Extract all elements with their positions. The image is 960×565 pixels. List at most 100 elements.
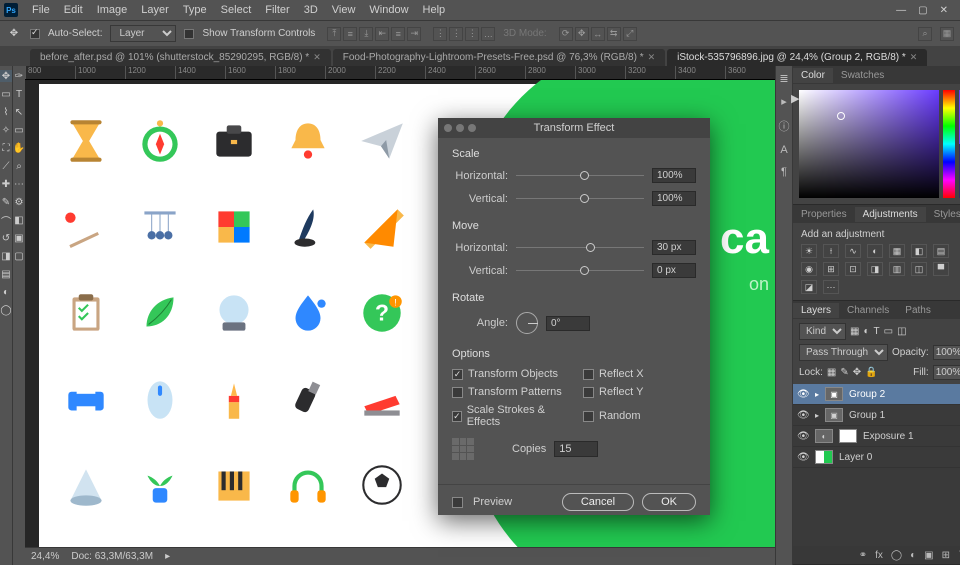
- transform-objects-checkbox[interactable]: [452, 369, 463, 380]
- distribute-1-icon[interactable]: ⋮: [433, 27, 447, 41]
- random-checkbox[interactable]: [583, 411, 594, 422]
- close-icon[interactable]: ✕: [313, 52, 321, 63]
- move-v-slider[interactable]: [516, 266, 644, 276]
- menu-window[interactable]: Window: [363, 2, 414, 18]
- dialog-close-icon[interactable]: [444, 124, 452, 132]
- lock-paint-icon[interactable]: ✎: [840, 367, 848, 378]
- opacity-input[interactable]: [933, 345, 960, 360]
- menu-image[interactable]: Image: [91, 2, 134, 18]
- scale-v-slider[interactable]: [516, 194, 644, 204]
- window-minimize-icon[interactable]: —: [896, 5, 906, 16]
- distribute-4-icon[interactable]: …: [481, 27, 495, 41]
- auto-select-dropdown[interactable]: Layer: [110, 25, 176, 42]
- link-layers-icon[interactable]: ⚭: [859, 550, 867, 561]
- move-v-input[interactable]: 0 px: [652, 263, 696, 278]
- layer-name[interactable]: Group 1: [849, 410, 885, 421]
- menu-3d[interactable]: 3D: [298, 2, 324, 18]
- visibility-icon[interactable]: 👁: [797, 410, 809, 421]
- show-transform-checkbox[interactable]: [184, 29, 194, 39]
- close-icon[interactable]: ✕: [648, 52, 656, 63]
- folder-toggle-icon[interactable]: ▸: [815, 390, 819, 399]
- align-right-icon[interactable]: ⇥: [407, 27, 421, 41]
- scale-strokes-checkbox[interactable]: [452, 411, 462, 422]
- levels-adj-icon[interactable]: ⟊: [823, 244, 839, 258]
- filter-type-icon[interactable]: T: [874, 326, 880, 337]
- lock-all-icon[interactable]: 🔒: [865, 367, 877, 378]
- visibility-icon[interactable]: 👁: [797, 431, 809, 442]
- shape-tool-icon[interactable]: ▭: [13, 124, 25, 136]
- history-brush-icon[interactable]: ↺: [0, 232, 12, 244]
- mask-icon[interactable]: ◯: [891, 550, 902, 561]
- scale-v-input[interactable]: 100%: [652, 191, 696, 206]
- stamp-tool-icon[interactable]: ⌒: [0, 214, 12, 226]
- hand-tool-icon[interactable]: ✋: [13, 142, 25, 154]
- menu-type[interactable]: Type: [177, 2, 213, 18]
- 3d-dolly-icon[interactable]: ↔: [591, 27, 605, 41]
- type-tool-icon[interactable]: T: [13, 88, 25, 100]
- layers-tab[interactable]: Layers: [793, 303, 839, 318]
- move-h-input[interactable]: 30 px: [652, 240, 696, 255]
- 3d-slide-icon[interactable]: ⇆: [607, 27, 621, 41]
- eraser-tool-icon[interactable]: ◨: [0, 250, 12, 262]
- move-tool-icon[interactable]: ✥: [0, 70, 12, 82]
- adj-layer-icon[interactable]: ◐: [910, 550, 916, 561]
- photo-filter-icon[interactable]: ◉: [801, 262, 817, 276]
- invert-adj-icon[interactable]: ◨: [867, 262, 883, 276]
- color-field[interactable]: [799, 90, 939, 198]
- doc-tab-1[interactable]: before_after.psd @ 101% (shutterstock_85…: [30, 49, 331, 66]
- paths-tab[interactable]: Paths: [897, 303, 939, 318]
- layer-name[interactable]: Group 2: [849, 389, 885, 400]
- align-hcenter-icon[interactable]: ≡: [391, 27, 405, 41]
- gradient-map-icon[interactable]: ▀: [933, 262, 949, 276]
- distribute-3-icon[interactable]: ⋮: [465, 27, 479, 41]
- lock-trans-icon[interactable]: ▦: [827, 367, 836, 378]
- dialog-min-icon[interactable]: [456, 124, 464, 132]
- reflect-y-checkbox[interactable]: [583, 387, 594, 398]
- lock-pos-icon[interactable]: ✥: [853, 367, 861, 378]
- channels-tab[interactable]: Channels: [839, 303, 897, 318]
- filter-smart-icon[interactable]: ◫: [897, 326, 906, 337]
- channel-mixer-icon[interactable]: ⊞: [823, 262, 839, 276]
- selective-color-icon[interactable]: ◪: [801, 280, 817, 294]
- fx-icon[interactable]: fx: [875, 550, 883, 561]
- fill-input[interactable]: [933, 365, 960, 380]
- layer-row[interactable]: 👁Layer 0: [793, 447, 960, 468]
- menu-help[interactable]: Help: [417, 2, 452, 18]
- distribute-2-icon[interactable]: ⋮: [449, 27, 463, 41]
- actions-panel-icon[interactable]: ▸: [781, 95, 787, 108]
- align-left-icon[interactable]: ⇤: [375, 27, 389, 41]
- zoom-level[interactable]: 24,4%: [31, 551, 59, 562]
- menu-view[interactable]: View: [326, 2, 362, 18]
- transform-patterns-checkbox[interactable]: [452, 387, 463, 398]
- character-panel-icon[interactable]: A: [780, 144, 787, 156]
- status-chevron-icon[interactable]: ▸: [165, 551, 170, 562]
- scale-h-input[interactable]: 100%: [652, 168, 696, 183]
- swatches-tab[interactable]: Swatches: [833, 68, 892, 83]
- filter-shape-icon[interactable]: ▭: [884, 326, 893, 337]
- crop-tool-icon[interactable]: ⛶: [0, 142, 12, 154]
- search-icon[interactable]: ⌕: [918, 27, 932, 41]
- bw-adj-icon[interactable]: ▤: [933, 244, 949, 258]
- paragraph-panel-icon[interactable]: ¶: [781, 166, 787, 178]
- blend-mode-dropdown[interactable]: Pass Through: [799, 344, 888, 361]
- scale-h-slider[interactable]: [516, 171, 644, 181]
- filter-adj-icon[interactable]: ◐: [863, 326, 869, 337]
- close-icon[interactable]: ✕: [910, 52, 918, 63]
- menu-select[interactable]: Select: [215, 2, 258, 18]
- group-icon[interactable]: ▣: [924, 550, 933, 561]
- layer-name[interactable]: Exposure 1: [863, 431, 914, 442]
- layer-row[interactable]: 👁◐Exposure 1: [793, 426, 960, 447]
- menu-edit[interactable]: Edit: [58, 2, 89, 18]
- layer-name[interactable]: Layer 0: [839, 452, 872, 463]
- ok-button[interactable]: OK: [642, 493, 696, 511]
- edit-toolbar-icon[interactable]: ⚙: [13, 196, 25, 208]
- doc-tab-3[interactable]: iStock-535796896.jpg @ 24,4% (Group 2, R…: [667, 49, 927, 66]
- eyedropper-tool-icon[interactable]: ⟋: [0, 160, 12, 172]
- window-maximize-icon[interactable]: ▢: [918, 5, 927, 16]
- curves-adj-icon[interactable]: ∿: [845, 244, 861, 258]
- blur-tool-icon[interactable]: ◐: [0, 286, 12, 298]
- styles-tab[interactable]: Styles: [926, 207, 960, 222]
- align-top-icon[interactable]: ⤒: [327, 27, 341, 41]
- brush-tool-icon[interactable]: ✎: [0, 196, 12, 208]
- hue-slider[interactable]: [943, 90, 955, 198]
